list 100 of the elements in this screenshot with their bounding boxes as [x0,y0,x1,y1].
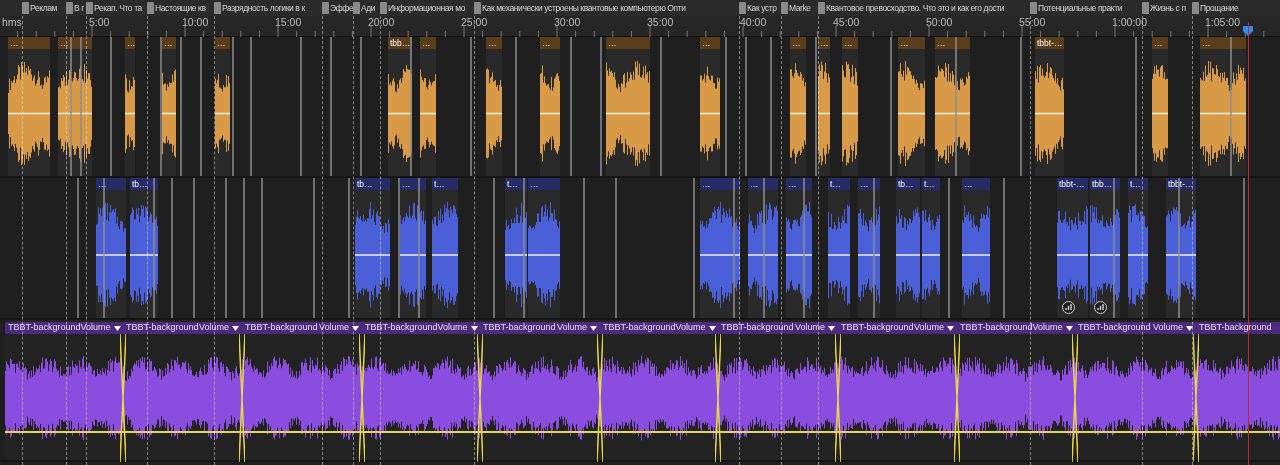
dropdown-caret-icon[interactable] [1065,325,1073,331]
audio-clip[interactable]: … [215,37,230,176]
music-clip[interactable]: TBBT-background Volume [718,320,838,460]
ruler-time-label: 35:00 [647,16,674,29]
audio-clip[interactable]: t… [1128,178,1148,318]
crossfade-marker[interactable] [359,334,365,462]
marker-label[interactable]: Реклам [30,1,57,15]
audio-clip[interactable]: … [606,37,650,176]
dropdown-caret-icon[interactable] [590,325,597,331]
music-clip[interactable]: TBBT-backgroundVolume [600,320,718,460]
marker-flag-icon[interactable] [214,2,221,14]
audio-clip[interactable]: … [528,178,560,318]
marker-label[interactable]: Прощание [1200,1,1239,15]
audio-clip[interactable]: tbbt-… [1035,37,1064,176]
audio-clip[interactable]: … [898,37,925,176]
dropdown-caret-icon[interactable] [708,325,716,331]
audio-clip[interactable]: … [700,178,740,318]
crossfade-marker[interactable] [120,334,126,462]
clip-label: … [786,178,812,190]
marker-label[interactable]: Ади [361,1,376,15]
crossfade-marker[interactable] [954,334,960,462]
audio-clip[interactable]: tb… [896,178,920,318]
audio-clip[interactable]: tbb… [388,37,412,176]
crossfade-marker[interactable] [1193,334,1199,462]
dropdown-caret-icon[interactable] [352,325,359,331]
audio-clip[interactable]: … [400,178,426,318]
audio-clip[interactable]: tb… [130,178,158,318]
marker-flag-icon[interactable] [22,2,29,14]
marker-label[interactable]: Как механически устроены квантовые компьютерю Опти [482,1,686,15]
crossfade-marker[interactable] [1072,334,1078,462]
marker-flag-icon[interactable] [147,2,154,14]
audio-clip[interactable]: … [858,178,880,318]
audio-clip[interactable]: … [1152,37,1168,176]
music-clip[interactable]: TBBT-backgroundVolume [838,320,957,460]
music-clip[interactable]: TBBT-backgroundVolume [362,320,480,460]
audio-clip[interactable]: t… [432,178,458,318]
marker-label[interactable]: Эффе [330,1,354,15]
dropdown-caret-icon[interactable] [1186,325,1193,331]
music-clip[interactable]: TBBT-background Volume [1075,320,1196,460]
audio-clip[interactable]: … [486,37,502,176]
audio-clip[interactable]: … [125,37,135,176]
audio-clip[interactable]: tb… [355,178,390,318]
audio-clip[interactable]: … [935,37,970,176]
marker-flag-icon[interactable] [1192,2,1199,14]
marker-label[interactable]: Как устр [747,1,777,15]
audio-clip[interactable]: … [962,178,990,318]
marker-flag-icon[interactable] [739,2,746,14]
crossfade-marker[interactable] [239,334,245,462]
audio-clip[interactable]: … [786,178,812,318]
crossfade-marker[interactable] [715,334,721,462]
crossfade-marker[interactable] [477,334,483,462]
dropdown-caret-icon[interactable] [232,325,239,331]
music-clip[interactable]: TBBT-backgroundVolume [123,320,242,460]
marker-flag-icon[interactable] [86,2,93,14]
audio-clip[interactable]: … [700,37,720,176]
marker-flag-icon[interactable] [1030,2,1037,14]
marker-flag-icon[interactable] [322,2,329,14]
crossfade-marker[interactable] [835,334,841,462]
audio-clip[interactable]: … [842,37,858,176]
dropdown-caret-icon[interactable] [947,325,954,331]
audio-clip[interactable]: t… [828,178,850,318]
audio-clip[interactable]: … [540,37,560,176]
marker-flag-icon[interactable] [818,2,825,14]
audio-clip[interactable]: … [790,37,806,176]
marker-label[interactable]: В г [74,1,84,15]
audio-clip[interactable]: … [818,37,830,176]
audio-clip[interactable]: … [96,178,126,318]
marker-label[interactable]: Рекап. Что та [94,1,142,15]
dropdown-caret-icon[interactable] [828,325,835,331]
music-clip[interactable]: TBBT-backgroundVolume [957,320,1075,460]
marker-flag-icon[interactable] [66,2,73,14]
marker-label[interactable]: Marke [789,1,811,15]
audio-clip[interactable]: t… [505,178,527,318]
marker-label[interactable]: Потенциальные практи [1038,1,1122,15]
audio-clip[interactable]: tbb… [1090,178,1120,318]
marker-flag-icon[interactable] [781,2,788,14]
audio-clip[interactable]: t… [922,178,940,318]
music-clip[interactable]: TBBT-background Volume [242,320,362,460]
dropdown-caret-icon[interactable] [113,325,121,331]
audio-clip[interactable]: tbbt-… [1057,178,1088,318]
music-clip[interactable]: TBBT-backgroundVolume [5,320,123,460]
marker-flag-icon[interactable] [1142,2,1149,14]
audio-clip[interactable]: … [162,37,176,176]
audio-clip[interactable]: … [1200,37,1246,176]
marker-label[interactable]: Квантовое превосходство. Что это и как его дости [826,1,1005,15]
marker-label[interactable]: Жизнь с п [1150,1,1186,15]
marker-flag-icon[interactable] [474,2,481,14]
marker-flag-icon[interactable] [380,2,387,14]
audio-clip[interactable]: … [8,37,50,176]
music-clip[interactable]: TBBT-background Volume [480,320,600,460]
marker-label[interactable]: Настоящие кв [155,1,206,15]
audio-clip[interactable]: … [420,37,436,176]
audio-clip[interactable]: … [748,178,778,318]
crossfade-marker[interactable] [597,334,603,462]
marker-flag-icon[interactable] [353,2,360,14]
marker-label[interactable]: Информационная мо [388,1,466,15]
clip-label: tb… [130,178,158,190]
marker-label[interactable]: Разрядность логики в к [222,1,305,15]
dropdown-caret-icon[interactable] [470,325,478,331]
audio-clip[interactable]: tbbt-… [1166,178,1196,318]
